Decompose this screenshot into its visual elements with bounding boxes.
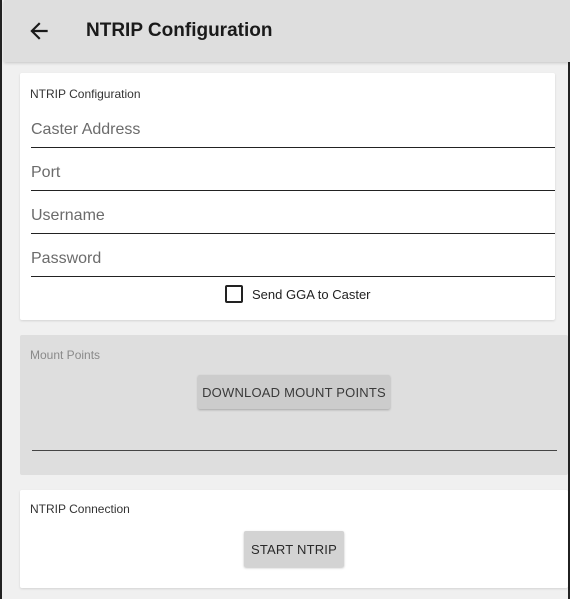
send-gga-checkbox[interactable] — [225, 285, 243, 303]
ntrip-config-card: NTRIP Configuration Send GGA to Caster — [20, 73, 555, 320]
arrow-left-icon — [30, 22, 48, 40]
caster-address-field[interactable] — [31, 117, 555, 148]
connection-section-label: NTRIP Connection — [30, 502, 130, 516]
download-mount-points-button[interactable]: DOWNLOAD MOUNT POINTS — [198, 375, 390, 409]
send-gga-label: Send GGA to Caster — [252, 286, 371, 302]
password-field[interactable] — [31, 246, 555, 277]
mount-section-label: Mount Points — [30, 348, 101, 362]
back-button[interactable] — [26, 18, 52, 44]
config-section-label: NTRIP Configuration — [30, 87, 141, 101]
password-input[interactable] — [31, 246, 555, 272]
ntrip-connection-card: NTRIP Connection START NTRIP — [20, 490, 568, 588]
page-title: NTRIP Configuration — [86, 20, 273, 41]
caster-address-input[interactable] — [31, 117, 555, 143]
app-frame: NTRIP Configuration NTRIP Configuration … — [0, 0, 570, 599]
app-bar: NTRIP Configuration — [4, 0, 570, 62]
start-ntrip-button[interactable]: START NTRIP — [244, 531, 344, 567]
port-field[interactable] — [31, 160, 555, 191]
mount-points-card: Mount Points DOWNLOAD MOUNT POINTS — [20, 335, 568, 475]
username-field[interactable] — [31, 203, 555, 234]
port-input[interactable] — [31, 160, 555, 186]
username-input[interactable] — [31, 203, 555, 229]
mount-point-select[interactable] — [32, 450, 557, 451]
send-gga-checkbox-row[interactable]: Send GGA to Caster — [225, 285, 371, 303]
